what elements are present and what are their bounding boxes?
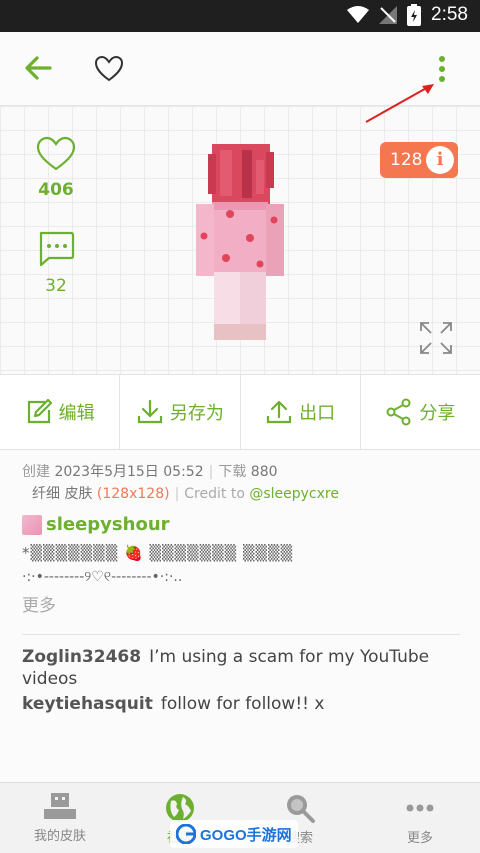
- meta-separator: |: [174, 486, 180, 502]
- like-stat[interactable]: 406: [26, 136, 86, 200]
- my-skins-icon: [44, 793, 76, 819]
- comment-count: 32: [45, 276, 67, 296]
- heart-icon: [36, 136, 76, 171]
- comment-icon: [39, 231, 75, 267]
- export-icon: [267, 400, 292, 424]
- globe-icon: [166, 794, 194, 822]
- skin-details: 创建 2023年5月15日 05:52 | 下载 880 纤细 皮肤 (128x12…: [0, 450, 480, 782]
- meta-separator: |: [208, 464, 214, 480]
- battery-icon: [407, 4, 422, 26]
- status-bar: 2:58: [0, 0, 480, 32]
- comment-user[interactable]: keytiehasquit: [22, 694, 153, 714]
- info-icon[interactable]: i: [426, 146, 454, 174]
- resolution-badge[interactable]: 128 i: [380, 142, 458, 178]
- watermark-logo-icon: [176, 824, 196, 844]
- description-line-2: ·:·•--------୨♡୧--------•·:·..: [22, 569, 183, 585]
- credit-user-link[interactable]: @sleepycxre: [249, 486, 339, 502]
- search-icon: [287, 795, 315, 823]
- save-as-label: 另存为: [169, 403, 224, 424]
- download-icon: [137, 399, 162, 424]
- author-row[interactable]: sleepyshour: [22, 514, 170, 535]
- more-vertical-icon[interactable]: [430, 52, 454, 86]
- meta-line-2: 纤细 皮肤 (128x128) | Credit to @sleepycxre: [32, 483, 339, 503]
- share-button[interactable]: 分享: [361, 375, 480, 449]
- credit-label: Credit to: [184, 486, 245, 502]
- wifi-icon: [347, 6, 370, 23]
- download-count: 880: [250, 464, 278, 480]
- author-name[interactable]: sleepyshour: [46, 514, 170, 535]
- skin-model[interactable]: [186, 140, 290, 350]
- back-arrow-icon[interactable]: [22, 52, 54, 84]
- edit-label: 编辑: [58, 403, 95, 424]
- skin-resolution: (128x128): [96, 486, 170, 502]
- comment-text: follow for follow!! x: [160, 694, 325, 714]
- share-icon: [386, 398, 411, 426]
- status-time: 2:58: [431, 4, 468, 25]
- nav-label: 我的皮肤: [33, 829, 86, 844]
- edit-button[interactable]: 编辑: [0, 375, 121, 449]
- downloads-label: 下载: [218, 464, 247, 480]
- signal-icon: [379, 6, 398, 24]
- action-bar: 编辑 另存为 出口 分享: [0, 374, 480, 450]
- comment-item[interactable]: Zoglin32468 I’m using a scam for my YouTu…: [22, 646, 452, 690]
- show-more-link[interactable]: 更多: [22, 591, 56, 616]
- skin-preview[interactable]: 406 32 128 i: [0, 106, 480, 374]
- top-app-bar: [0, 32, 480, 106]
- share-label: 分享: [419, 403, 456, 424]
- export-button[interactable]: 出口: [241, 375, 361, 449]
- save-as-button[interactable]: 另存为: [120, 375, 241, 449]
- created-label: 创建: [22, 464, 50, 480]
- nav-label: 更多: [406, 831, 433, 846]
- edit-icon: [27, 398, 52, 424]
- avatar: [22, 514, 42, 535]
- created-date: 2023年5月15日 05:52: [54, 464, 204, 480]
- skin-type: 纤细 皮肤: [32, 486, 93, 502]
- fullscreen-icon[interactable]: [418, 320, 454, 356]
- more-dots-icon: [406, 804, 434, 812]
- heart-outline-icon[interactable]: [94, 54, 124, 84]
- export-label: 出口: [299, 403, 336, 424]
- like-count: 406: [38, 180, 74, 200]
- resolution-badge-value: 128: [390, 150, 423, 170]
- nav-more[interactable]: 更多: [360, 783, 480, 853]
- comment-stat[interactable]: 32: [26, 230, 86, 296]
- watermark-text: GOGO手游网: [200, 826, 292, 844]
- comment-item[interactable]: keytiehasquit follow for follow!! x: [22, 693, 452, 715]
- nav-my-skins[interactable]: 我的皮肤: [0, 783, 120, 853]
- comment-user[interactable]: Zoglin32468: [22, 647, 141, 667]
- divider: [22, 634, 460, 635]
- watermark: GOGO手游网: [170, 820, 298, 848]
- meta-line-1: 创建 2023年5月15日 05:52 | 下载 880: [22, 461, 278, 481]
- description-line-1: *▒▒▒▒▒▒▒ 🍓 ▒▒▒▒▒▒▒ ▒▒▒▒: [22, 544, 294, 562]
